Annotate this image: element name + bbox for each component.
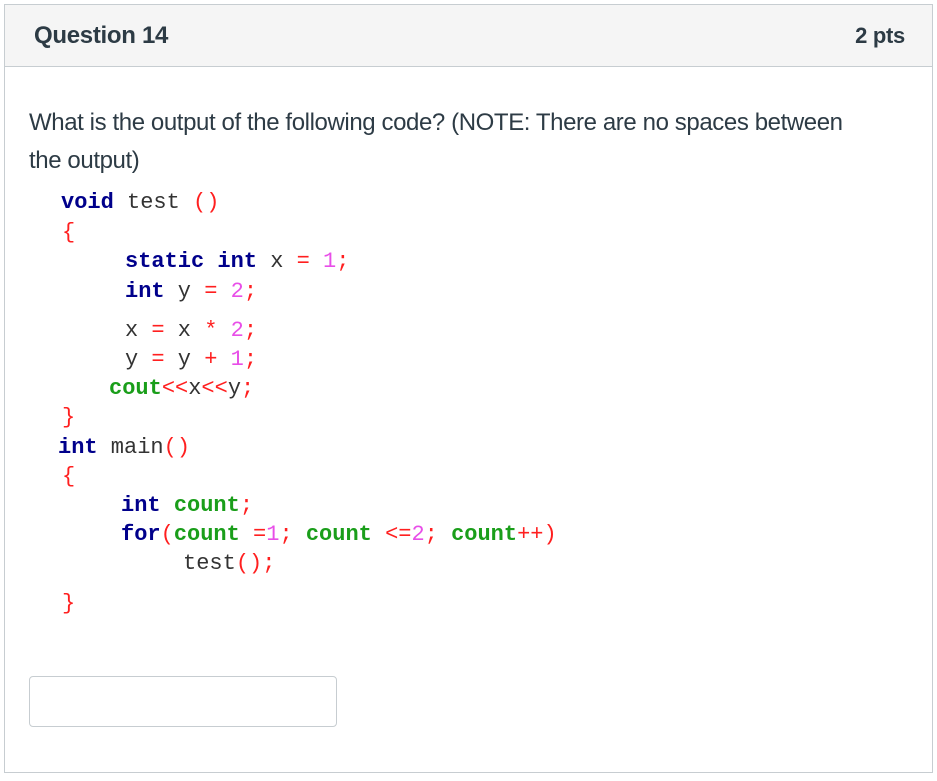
code-line: int count; bbox=[121, 492, 253, 520]
answer-input[interactable] bbox=[29, 676, 337, 727]
code-token: int bbox=[125, 279, 165, 304]
code-token: ; bbox=[243, 279, 258, 304]
code-token: + bbox=[204, 347, 218, 372]
code-token: 2 bbox=[230, 279, 244, 304]
code-token: ; bbox=[243, 347, 258, 372]
code-token: ++) bbox=[517, 522, 557, 547]
code-token: count bbox=[305, 522, 372, 547]
code-token: (); bbox=[235, 551, 276, 576]
code-token: int bbox=[58, 435, 98, 460]
code-token: = bbox=[253, 522, 267, 547]
code-line: test(); bbox=[183, 550, 275, 578]
code-token: y bbox=[164, 279, 205, 304]
code-token: ; bbox=[243, 318, 258, 343]
code-token: () bbox=[163, 435, 191, 460]
code-line: static int x = 1; bbox=[125, 248, 349, 276]
code-token: main bbox=[97, 435, 164, 460]
code-token: 1 bbox=[323, 249, 337, 274]
code-token: 2 bbox=[230, 318, 244, 343]
code-token: count bbox=[173, 522, 240, 547]
code-token: ; bbox=[279, 522, 293, 547]
question-title: Question 14 bbox=[34, 21, 169, 49]
code-token: test bbox=[183, 551, 236, 576]
code-token: y bbox=[164, 347, 205, 372]
code-token: static bbox=[125, 249, 205, 274]
code-token: = bbox=[151, 347, 165, 372]
code-token: void bbox=[61, 190, 114, 215]
code-line: x = x * 2; bbox=[125, 317, 257, 345]
code-token: x bbox=[164, 318, 205, 343]
code-token: } bbox=[62, 405, 76, 430]
code-token: count bbox=[173, 493, 240, 518]
code-line: int y = 2; bbox=[125, 278, 257, 306]
code-token: x bbox=[257, 249, 297, 274]
code-token: ; bbox=[239, 493, 254, 518]
code-line: { bbox=[62, 463, 75, 491]
question-prompt: What is the output of the following code… bbox=[29, 109, 843, 174]
code-token: ( bbox=[160, 522, 174, 547]
code-token: * bbox=[204, 318, 218, 343]
code-token: 1 bbox=[266, 522, 280, 547]
code-token: = bbox=[296, 249, 310, 274]
code-line: { bbox=[62, 219, 75, 247]
question-header: Question 14 2 pts bbox=[5, 5, 932, 67]
code-line: for(count =1; count <=2; count++) bbox=[121, 521, 557, 549]
code-line: } bbox=[62, 590, 75, 618]
code-token: for bbox=[121, 522, 161, 547]
code-token: cout bbox=[109, 376, 162, 401]
code-token: ; bbox=[424, 522, 438, 547]
code-token: 2 bbox=[411, 522, 425, 547]
code-line: void test () bbox=[61, 189, 219, 217]
code-token: = bbox=[204, 279, 218, 304]
code-token: << bbox=[201, 376, 228, 401]
code-token: <= bbox=[385, 522, 412, 547]
code-token: 1 bbox=[230, 347, 244, 372]
code-token: x bbox=[188, 376, 202, 401]
code-token: y bbox=[227, 376, 242, 401]
code-token: y bbox=[125, 347, 152, 372]
code-token: test bbox=[113, 190, 194, 215]
code-line: int main() bbox=[58, 434, 190, 462]
code-token: { bbox=[62, 464, 76, 489]
code-token: << bbox=[161, 376, 189, 401]
code-line: y = y + 1; bbox=[125, 346, 257, 374]
code-token: ; bbox=[241, 376, 255, 401]
code-token: = bbox=[151, 318, 165, 343]
code-token: { bbox=[62, 220, 76, 245]
code-token: x bbox=[125, 318, 152, 343]
code-line: cout<<x<<y; bbox=[109, 375, 254, 403]
code-token: ; bbox=[336, 249, 350, 274]
code-token: count bbox=[451, 522, 518, 547]
code-token: () bbox=[193, 190, 220, 215]
code-token: int bbox=[217, 249, 258, 274]
code-line: } bbox=[62, 404, 75, 432]
code-token: int bbox=[121, 493, 161, 518]
code-token: } bbox=[62, 591, 76, 616]
question-points: 2 pts bbox=[855, 22, 905, 48]
